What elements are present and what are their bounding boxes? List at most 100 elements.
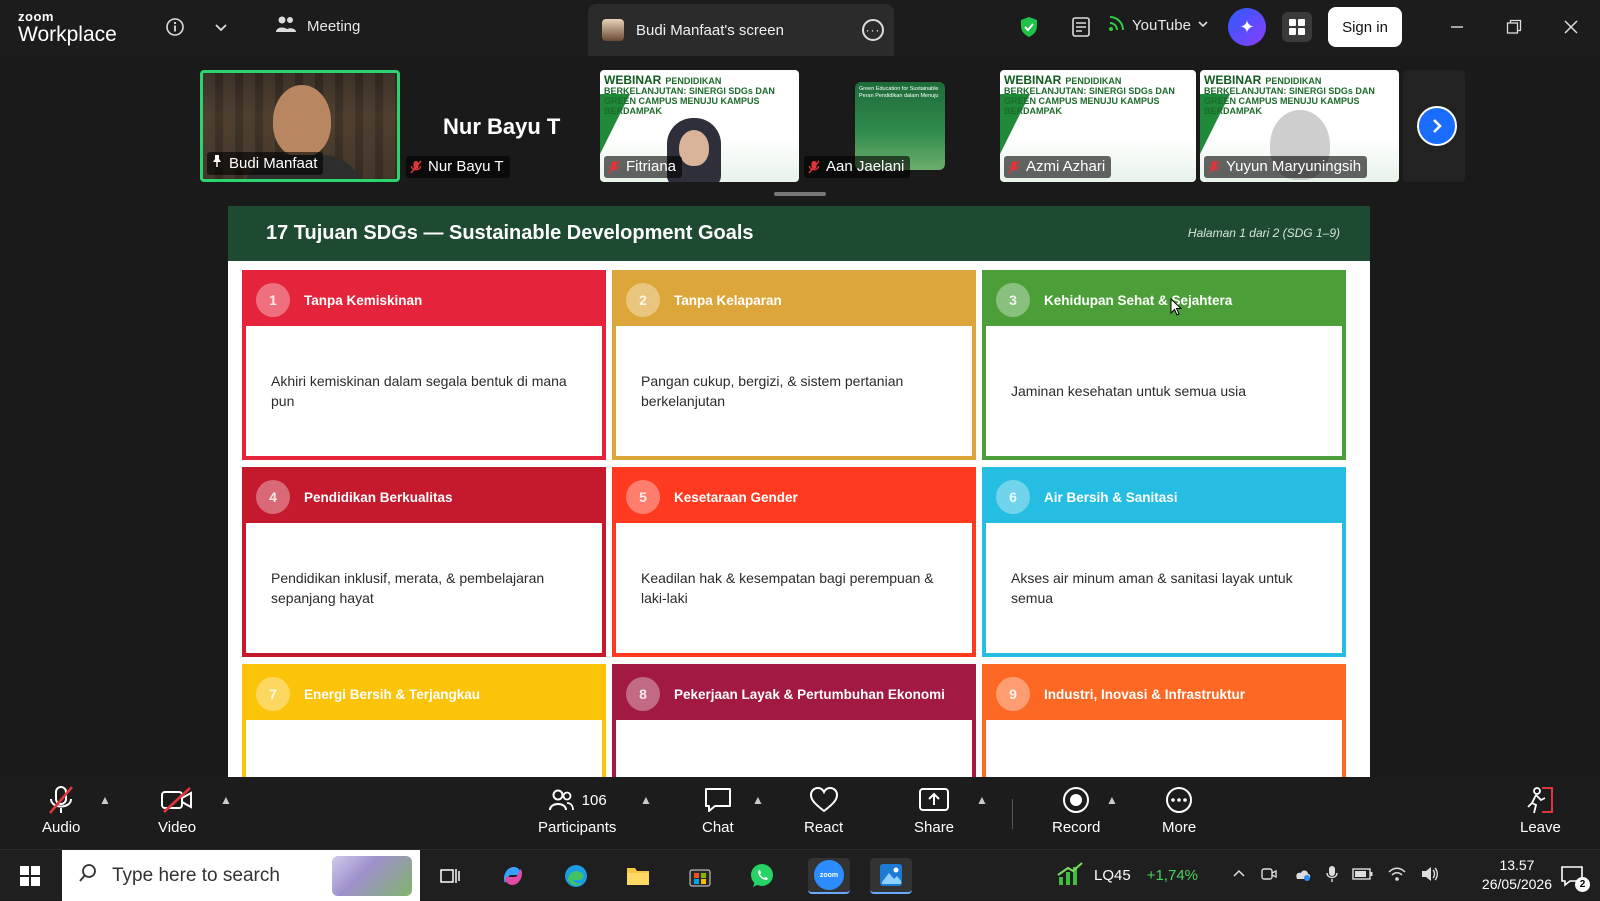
strip-resize-handle[interactable] <box>774 192 826 196</box>
onedrive-cloud-icon[interactable] <box>1292 866 1312 886</box>
microsoft-store-icon[interactable] <box>682 858 718 894</box>
chevron-up-icon[interactable] <box>1232 867 1246 885</box>
participants-options-chevron-icon[interactable]: ▲ <box>640 793 652 807</box>
participants-button[interactable]: 106 Participants <box>538 785 616 836</box>
taskbar-clock[interactable]: 13.57 26/05/2026 <box>1482 856 1552 894</box>
edge-browser-icon[interactable] <box>558 858 594 894</box>
battery-icon[interactable] <box>1352 867 1374 885</box>
task-view-icon[interactable] <box>432 858 468 894</box>
video-button[interactable]: Video <box>158 785 196 836</box>
sdg-card-header: 6 Air Bersih & Sanitasi <box>986 471 1342 523</box>
security-shield-icon[interactable] <box>1014 12 1044 42</box>
react-button[interactable]: React <box>804 785 843 836</box>
video-tile-aan-jaelani[interactable]: Green Education for Sustainable Peran Pe… <box>800 70 996 182</box>
volume-icon[interactable] <box>1420 866 1440 886</box>
sign-in-button[interactable]: Sign in <box>1328 7 1402 47</box>
sdg-number-badge: 4 <box>256 480 290 514</box>
participant-name: Azmi Azhari <box>1026 158 1106 175</box>
sdg-description: Jaminan kesehatan untuk semua usia <box>1011 382 1247 399</box>
record-button[interactable]: Record <box>1052 785 1100 836</box>
video-tile-yuyun-maryuningsih[interactable]: WEBINAR PENDIDIKAN BERKELANJUTAN: SINERGI… <box>1200 70 1399 182</box>
meeting-label: Meeting <box>307 17 361 35</box>
close-icon[interactable] <box>1556 14 1586 40</box>
whatsapp-icon[interactable] <box>744 858 780 894</box>
share-button[interactable]: Share <box>914 785 954 836</box>
record-options-chevron-icon[interactable]: ▲ <box>1106 793 1118 807</box>
sdg-number-badge: 5 <box>626 480 660 514</box>
microphone-in-use-icon[interactable] <box>1326 865 1338 887</box>
apps-icon[interactable] <box>1282 12 1312 42</box>
share-options-chevron-icon[interactable]: ▲ <box>976 793 988 807</box>
logo-zoom-text: zoom <box>18 9 54 24</box>
video-tile-budi-manfaat[interactable]: Budi Manfaat <box>200 70 400 182</box>
participant-name: Aan Jaelani <box>826 158 905 175</box>
wifi-icon[interactable] <box>1388 866 1406 886</box>
leave-icon <box>1524 785 1556 815</box>
taskbar-search-box[interactable]: Type here to search <box>62 850 420 901</box>
windows-start-icon[interactable] <box>12 858 48 894</box>
notifications-icon[interactable]: 2 <box>1554 858 1590 894</box>
sdg-card-header: 2 Tanpa Kelaparan <box>616 274 972 326</box>
audio-button[interactable]: Audio <box>42 785 80 836</box>
toolbar-divider <box>1012 799 1013 829</box>
sdg-number-badge: 8 <box>626 677 660 711</box>
stock-change: +1,74% <box>1146 867 1198 884</box>
video-tile-azmi-azhari[interactable]: WEBINAR PENDIDIKAN BERKELANJUTAN: SINERGI… <box>1000 70 1196 182</box>
more-options-icon[interactable]: ··· <box>862 19 884 41</box>
mic-muted-icon <box>410 160 422 174</box>
chat-options-chevron-icon[interactable]: ▲ <box>752 793 764 807</box>
livestream-youtube-menu[interactable]: YouTube <box>1108 14 1209 36</box>
meeting-menu[interactable]: Meeting <box>275 14 360 38</box>
sdg-card-5: 5 Kesetaraan Gender Keadilan hak & kesempa… <box>612 467 976 657</box>
file-explorer-icon[interactable] <box>620 858 656 894</box>
photos-app-icon[interactable] <box>870 858 912 894</box>
video-off-icon <box>160 785 194 815</box>
mouse-cursor-icon <box>1170 297 1183 321</box>
chevron-down-icon[interactable] <box>206 12 236 42</box>
sdg-card-2: 2 Tanpa Kelaparan Pangan cukup, bergizi, &… <box>612 270 976 460</box>
sdg-card-7: 7 Energi Bersih & Terjangkau Energi terbar… <box>242 664 606 777</box>
stock-widget[interactable]: LQ45 +1,74% <box>1056 850 1198 901</box>
sdg-title: Kehidupan Sehat & Sejahtera <box>1044 292 1233 308</box>
featured-participant-name: Nur Bayu T <box>443 114 561 139</box>
participant-face <box>679 130 709 166</box>
webinar-label: WEBINAR <box>1004 73 1062 87</box>
sdg-number-badge: 1 <box>256 283 290 317</box>
mic-muted-icon <box>808 160 820 174</box>
sdg-card-9: 9 Industri, Inovasi & Infrastruktur <box>982 664 1346 777</box>
video-options-chevron-icon[interactable]: ▲ <box>220 793 232 807</box>
restore-icon[interactable] <box>1499 14 1529 40</box>
shared-screen-content: 17 Tujuan SDGs — Sustainable Development… <box>228 206 1370 777</box>
captions-icon[interactable] <box>1066 12 1096 42</box>
copilot-icon[interactable] <box>495 858 531 894</box>
meet-now-icon[interactable] <box>1260 866 1278 886</box>
slide-title: 17 Tujuan SDGs — Sustainable Development… <box>266 222 754 244</box>
ai-companion-icon[interactable]: ✦ <box>1228 8 1266 46</box>
sdg-title: Tanpa Kemiskinan <box>304 292 423 308</box>
broadcast-icon <box>1108 14 1126 36</box>
audio-options-chevron-icon[interactable]: ▲ <box>99 793 111 807</box>
slide-page-indicator: Halaman 1 dari 2 (SDG 1–9) <box>1187 226 1340 240</box>
chat-label: Chat <box>702 819 734 836</box>
leave-button[interactable]: Leave <box>1520 785 1561 836</box>
chat-icon <box>703 785 733 815</box>
participant-name: Nur Bayu T <box>428 158 504 175</box>
minimize-icon[interactable] <box>1442 14 1472 40</box>
video-tile-fitriana[interactable]: WEBINAR PENDIDIKAN BERKELANJUTAN: SINERGI… <box>600 70 799 182</box>
sdg-number-badge: 9 <box>996 677 1030 711</box>
chevron-right-icon[interactable] <box>1417 106 1457 146</box>
participant-name: Fitriana <box>626 158 677 175</box>
screen-share-tab[interactable]: Budi Manfaat's screen ··· <box>588 4 894 56</box>
more-button[interactable]: More <box>1162 785 1196 836</box>
info-icon[interactable] <box>160 12 190 42</box>
share-screen-icon <box>918 785 950 815</box>
chat-button[interactable]: Chat <box>702 785 734 836</box>
sdg-card-header: 1 Tanpa Kemiskinan <box>246 274 602 326</box>
zoom-app-icon[interactable]: zoom <box>808 858 850 894</box>
logo-workplace-text: Workplace <box>18 23 117 46</box>
chevron-down-icon <box>1197 17 1209 34</box>
sdg-number-badge: 3 <box>996 283 1030 317</box>
slide-thumbnail-text: Green Education for Sustainable Peran Pe… <box>859 86 939 99</box>
meeting-controls-bar: Audio ▲ Video ▲ 106 Participants ▲ Chat … <box>0 777 1600 849</box>
leave-label: Leave <box>1520 819 1561 836</box>
